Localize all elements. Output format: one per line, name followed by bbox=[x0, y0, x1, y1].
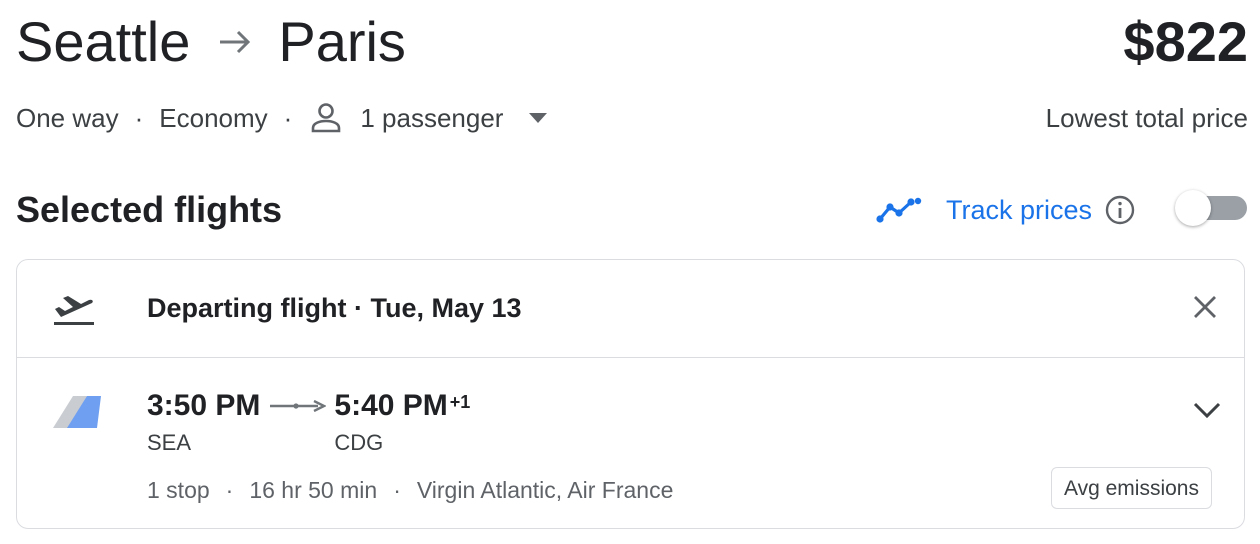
cabin-class[interactable]: Economy bbox=[159, 103, 267, 134]
separator-dot: · bbox=[225, 477, 234, 503]
info-icon[interactable] bbox=[1104, 194, 1136, 226]
origin-city: Seattle bbox=[16, 10, 191, 73]
departure-time: 3:50 PM bbox=[147, 389, 261, 422]
origin-airport-code: SEA bbox=[147, 430, 192, 455]
destination-airport-code: CDG bbox=[334, 430, 384, 455]
card-header: Departing flight · Tue, May 13 bbox=[17, 260, 1244, 358]
separator-dot: · bbox=[283, 102, 293, 133]
trip-type[interactable]: One way bbox=[16, 103, 119, 134]
arrival-block: 5:40 PM +1 CDG bbox=[334, 386, 470, 458]
caret-down-icon[interactable] bbox=[529, 113, 548, 123]
flight-takeoff-icon bbox=[53, 290, 95, 331]
arrival-time: 5:40 PM bbox=[334, 389, 448, 422]
separator-dot: · bbox=[134, 102, 144, 133]
flight-times: 3:50 PM SEA 5:40 PM +1 CDG bbox=[147, 386, 470, 458]
duration: 16 hr 50 min bbox=[249, 477, 378, 503]
person-icon bbox=[308, 101, 344, 135]
flight-card: Departing flight · Tue, May 13 3:50 PM S… bbox=[16, 259, 1245, 529]
flight-details: 1 stop · 16 hr 50 min · Virgin Atlantic,… bbox=[147, 473, 673, 507]
passenger-count[interactable]: 1 passenger bbox=[360, 103, 503, 134]
day-offset: +1 bbox=[449, 392, 471, 412]
stops: 1 stop bbox=[147, 477, 210, 503]
lowest-price: $822 bbox=[1123, 10, 1248, 73]
track-prices-label[interactable]: Track prices bbox=[946, 195, 1092, 226]
departing-flight-label: Departing flight · Tue, May 13 bbox=[147, 293, 522, 323]
emissions-badge[interactable]: Avg emissions bbox=[1050, 467, 1212, 509]
chevron-down-icon[interactable] bbox=[1192, 400, 1222, 425]
close-icon[interactable] bbox=[1192, 294, 1218, 325]
separator-dot: · bbox=[393, 477, 401, 503]
airline-logo bbox=[53, 396, 103, 433]
price-caption: Lowest total price bbox=[1045, 103, 1248, 133]
track-prices-toggle[interactable] bbox=[1175, 190, 1247, 226]
section-title: Selected flights bbox=[16, 189, 283, 230]
arrival-time-row: 5:40 PM +1 bbox=[334, 386, 470, 426]
trip-options: One way · Economy · 1 passenger bbox=[16, 98, 548, 138]
route-title: Seattle Paris bbox=[16, 4, 406, 80]
airlines: Virgin Atlantic, Air France bbox=[416, 477, 674, 503]
route-connector-icon bbox=[270, 400, 327, 412]
destination-city: Paris bbox=[278, 10, 406, 73]
arrow-right-icon bbox=[218, 28, 252, 56]
trend-line-icon bbox=[876, 196, 922, 224]
departure-block: 3:50 PM SEA bbox=[147, 386, 260, 458]
toggle-knob bbox=[1175, 190, 1211, 226]
track-prices[interactable]: Track prices bbox=[876, 188, 1136, 232]
